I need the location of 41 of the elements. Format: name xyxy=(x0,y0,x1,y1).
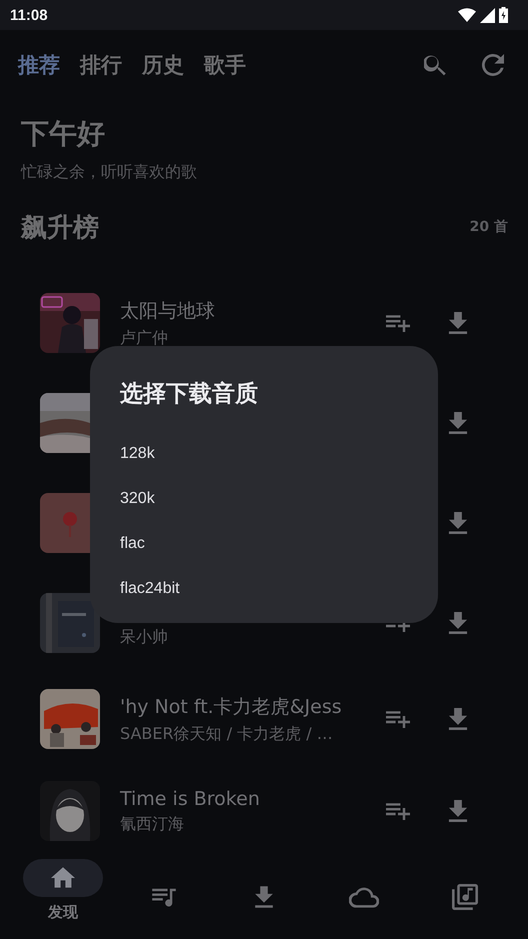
song-artist: 呆小帅 xyxy=(120,626,169,648)
download-icon[interactable] xyxy=(446,708,470,730)
greeting-title: 下午好 xyxy=(21,116,106,152)
song-count: 20 首 xyxy=(470,218,508,236)
signal-icon xyxy=(480,8,495,22)
cloud-icon xyxy=(349,886,380,908)
search-icon[interactable] xyxy=(424,54,446,76)
tab[interactable]: 推荐 xyxy=(18,51,60,79)
music-queue-icon xyxy=(150,886,177,908)
download-icon[interactable] xyxy=(446,612,470,634)
add-to-playlist-icon[interactable] xyxy=(386,710,410,728)
section-title: 飙升榜 xyxy=(21,212,99,244)
quality-option[interactable]: flac24bit xyxy=(120,566,180,611)
status-time: 11:08 xyxy=(10,6,48,24)
add-to-playlist-icon[interactable] xyxy=(386,802,410,820)
wifi-icon xyxy=(458,8,476,22)
song-title: Time is Broken xyxy=(120,788,261,810)
quality-option[interactable]: 128k xyxy=(120,431,155,476)
add-to-playlist-icon[interactable] xyxy=(386,314,410,332)
battery-icon xyxy=(499,7,508,23)
song-title: 'hy Not ft.卡力老虎&Jess xyxy=(120,694,343,720)
nav-item[interactable]: 发现 xyxy=(13,855,114,939)
song-artist: 卢广仲 xyxy=(120,328,169,348)
greeting-subtitle: 忙碌之余，听听喜欢的歌 xyxy=(21,162,198,183)
download-icon xyxy=(253,885,276,909)
download-icon[interactable] xyxy=(446,512,470,534)
dialog-title: 选择下载音质 xyxy=(120,380,259,409)
download-icon[interactable] xyxy=(446,800,470,822)
music-library-icon xyxy=(452,884,478,910)
tab[interactable]: 排行 xyxy=(80,51,122,79)
home-icon xyxy=(51,867,76,889)
quality-option[interactable]: 320k xyxy=(120,476,155,521)
download-icon[interactable] xyxy=(446,412,470,434)
song-artist: 氰西汀海 xyxy=(120,814,185,834)
song-title: 太阳与地球 xyxy=(120,298,216,324)
tab[interactable]: 历史 xyxy=(142,51,184,79)
song-artist: SABER徐天知 / 卡力老虎 / … xyxy=(120,724,334,744)
tab[interactable]: 歌手 xyxy=(204,51,246,79)
download-icon[interactable] xyxy=(446,312,470,334)
quality-option[interactable]: flac xyxy=(120,521,145,566)
refresh-icon[interactable] xyxy=(482,54,504,76)
